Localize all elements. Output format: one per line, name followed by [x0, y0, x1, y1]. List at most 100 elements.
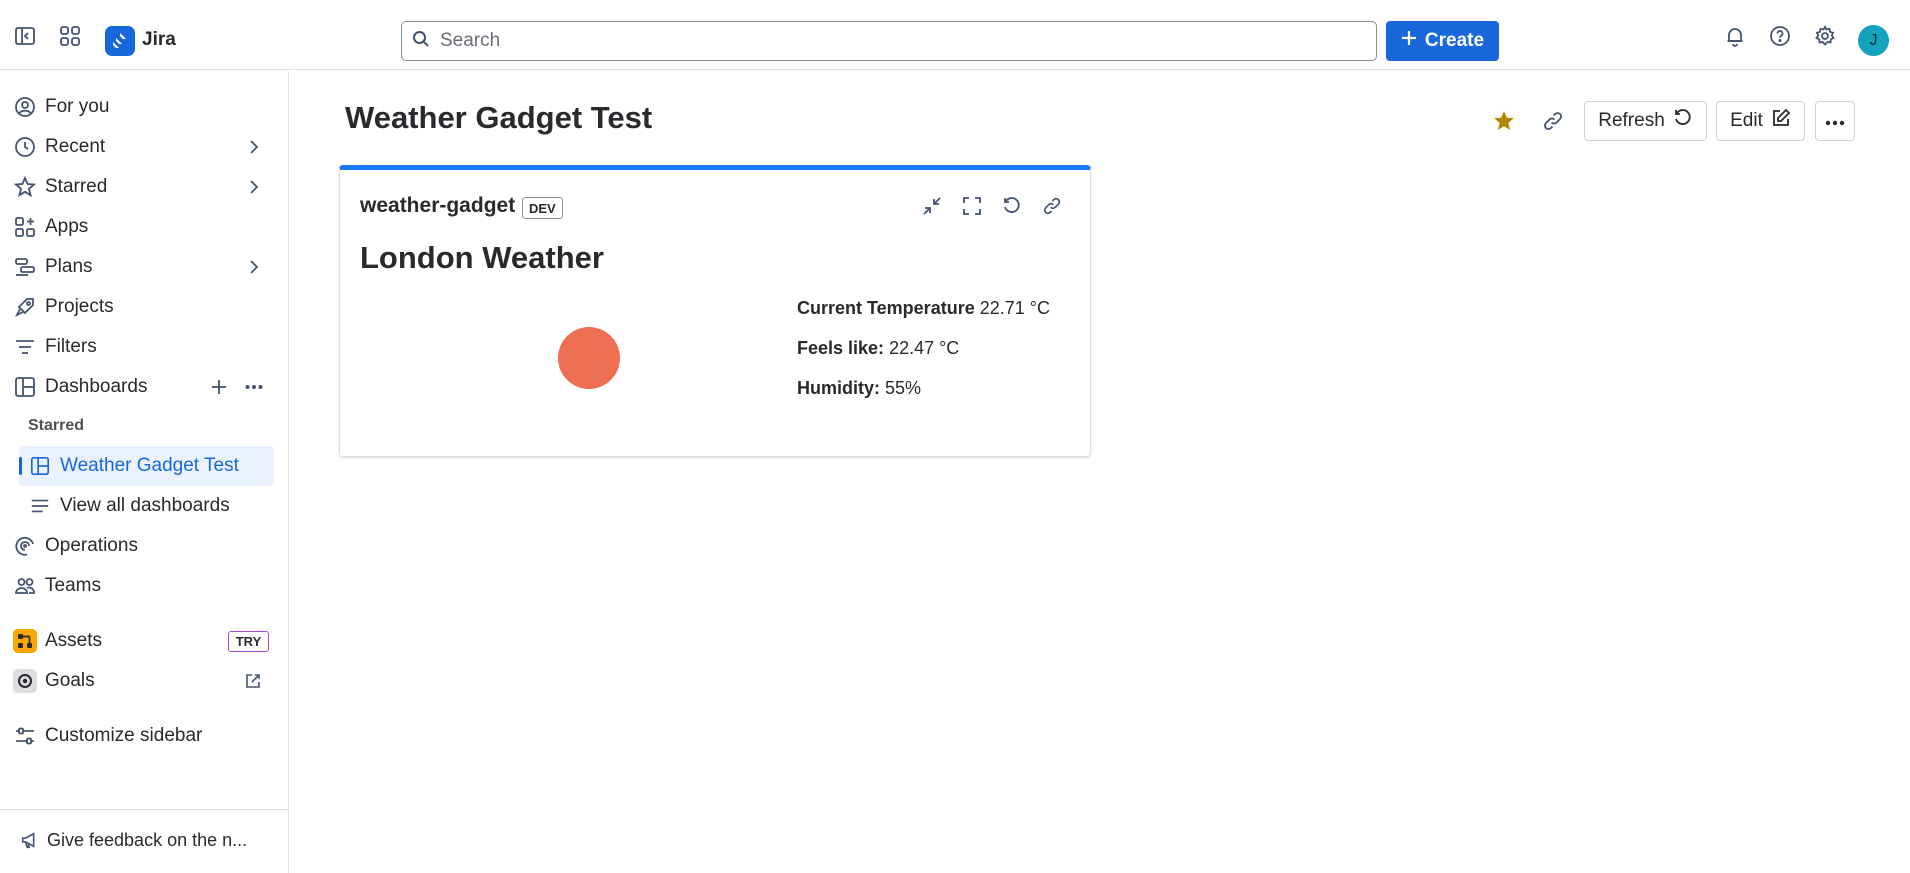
sidebar-item-label: For you: [45, 96, 110, 117]
chevron-right-icon[interactable]: [244, 137, 264, 157]
list-icon: [28, 494, 52, 518]
app-switcher-icon[interactable]: [57, 23, 83, 49]
refresh-gadget-icon[interactable]: [998, 192, 1026, 220]
weather-gadget-card: weather-gadget DEV London Weather Curren…: [339, 165, 1091, 457]
operations-radar-icon: [13, 534, 37, 558]
app-name[interactable]: Jira: [142, 29, 176, 51]
page-title: Weather Gadget Test: [345, 100, 653, 135]
refresh-icon: [1673, 108, 1693, 134]
humidity: Humidity: 55%: [797, 378, 921, 399]
more-actions-button[interactable]: [1815, 101, 1855, 141]
dev-badge: DEV: [522, 197, 563, 219]
sidebar-item-teams[interactable]: Teams: [0, 568, 289, 604]
sidebar-item-projects[interactable]: Projects: [0, 289, 289, 325]
feedback-footer: Give feedback on the n...: [0, 809, 289, 873]
try-badge: TRY: [228, 630, 269, 652]
starred-dashboard-link[interactable]: Weather Gadget Test: [0, 448, 289, 484]
sidebar-item-label: Starred: [45, 176, 108, 197]
edit-button[interactable]: Edit: [1716, 101, 1805, 141]
top-navigation-bar: Jira Create J: [0, 0, 1910, 70]
more-options-icon[interactable]: [244, 377, 264, 397]
create-label: Create: [1424, 30, 1485, 51]
sidebar-item-operations[interactable]: Operations: [0, 528, 289, 564]
copy-link-icon[interactable]: [1539, 107, 1567, 135]
stat-value: 55%: [885, 378, 922, 398]
search-icon: [412, 30, 430, 53]
sidebar-item-label: Dashboards: [45, 376, 148, 397]
chevron-right-icon[interactable]: [244, 177, 264, 197]
rocket-icon: [13, 295, 37, 319]
sidebar-item-label: Recent: [45, 136, 106, 157]
gadget-title: weather-gadget: [360, 194, 516, 217]
sidebar-item-plans[interactable]: Plans: [0, 249, 289, 285]
edit-label: Edit: [1730, 110, 1763, 131]
sliders-icon: [13, 724, 37, 748]
dashboard-icon: [13, 375, 37, 399]
sidebar-item-label: Goals: [45, 670, 95, 691]
dashboard-icon: [28, 454, 52, 478]
sidebar-item-label: Operations: [45, 535, 138, 556]
sidebar-item-recent[interactable]: Recent: [0, 129, 289, 165]
feedback-label: Give feedback on the n...: [47, 829, 248, 850]
sidebar-item-for-you[interactable]: For you: [0, 89, 289, 125]
external-link-icon[interactable]: [243, 671, 263, 691]
stat-value: 22.71 °C: [979, 298, 1050, 318]
current-temperature: Current Temperature 22.71 °C: [797, 298, 1050, 319]
edit-pencil-icon: [1771, 108, 1791, 134]
apps-grid-icon: [13, 215, 37, 239]
star-filled-icon[interactable]: [1490, 107, 1518, 135]
stat-label: Feels like:: [797, 338, 885, 358]
sidebar-item-customize-sidebar[interactable]: Customize sidebar: [0, 718, 289, 754]
user-avatar[interactable]: J: [1858, 25, 1889, 56]
sidebar-item-goals[interactable]: Goals: [0, 663, 289, 699]
section-label-starred: Starred: [28, 417, 85, 434]
sidebar-item-label: Plans: [45, 256, 93, 277]
megaphone-icon: [18, 828, 42, 852]
sidebar-item-label: View all dashboards: [60, 495, 230, 516]
plans-timeline-icon: [13, 255, 37, 279]
plus-icon: [1401, 30, 1417, 52]
search-box[interactable]: [401, 21, 1377, 61]
weather-sun-icon: [558, 327, 620, 389]
stat-label: Current Temperature: [797, 298, 975, 318]
sidebar-item-label: Assets: [45, 630, 103, 651]
people-icon: [13, 574, 37, 598]
star-outline-icon: [13, 175, 37, 199]
fullscreen-icon[interactable]: [958, 192, 986, 220]
help-icon[interactable]: [1767, 23, 1793, 49]
user-circle-icon: [13, 95, 37, 119]
sidebar-item-dashboards[interactable]: Dashboards: [0, 369, 289, 405]
sidebar-item-filters[interactable]: Filters: [0, 329, 289, 365]
sidebar-item-label: Filters: [45, 336, 97, 357]
notifications-bell-icon[interactable]: [1722, 23, 1748, 49]
filter-icon: [13, 335, 37, 359]
sidebar-item-apps[interactable]: Apps: [0, 209, 289, 245]
sidebar-item-assets[interactable]: Assets TRY: [0, 623, 289, 659]
gadget-link-icon[interactable]: [1038, 192, 1066, 220]
minimize-icon[interactable]: [918, 192, 946, 220]
sidebar-item-label: Projects: [45, 296, 114, 317]
feels-like: Feels like: 22.47 °C: [797, 338, 959, 359]
create-button[interactable]: Create: [1386, 21, 1499, 61]
refresh-label: Refresh: [1598, 110, 1665, 131]
refresh-button[interactable]: Refresh: [1584, 101, 1707, 141]
stat-value: 22.47 °C: [889, 338, 960, 358]
stat-label: Humidity:: [797, 378, 880, 398]
sidebar-item-label: Apps: [45, 216, 89, 237]
chevron-right-icon[interactable]: [244, 257, 264, 277]
sidebar: For you Recent Starred Apps Plans Projec…: [0, 71, 289, 873]
goals-target-icon: [13, 669, 37, 693]
clock-icon: [13, 135, 37, 159]
search-input[interactable]: [440, 30, 1340, 52]
sidebar-item-starred[interactable]: Starred: [0, 169, 289, 205]
collapse-sidebar-icon[interactable]: [12, 23, 38, 49]
jira-logo-icon[interactable]: [105, 26, 135, 56]
add-dashboard-plus-icon[interactable]: [209, 377, 229, 397]
sidebar-item-label: Customize sidebar: [45, 725, 203, 746]
more-options-icon: [1825, 110, 1845, 132]
settings-gear-icon[interactable]: [1812, 23, 1838, 49]
sidebar-item-label: Weather Gadget Test: [60, 455, 239, 476]
sidebar-item-view-all-dashboards[interactable]: View all dashboards: [0, 488, 289, 524]
sidebar-item-label: Teams: [45, 575, 101, 596]
give-feedback-button[interactable]: Give feedback on the n...: [0, 822, 289, 858]
